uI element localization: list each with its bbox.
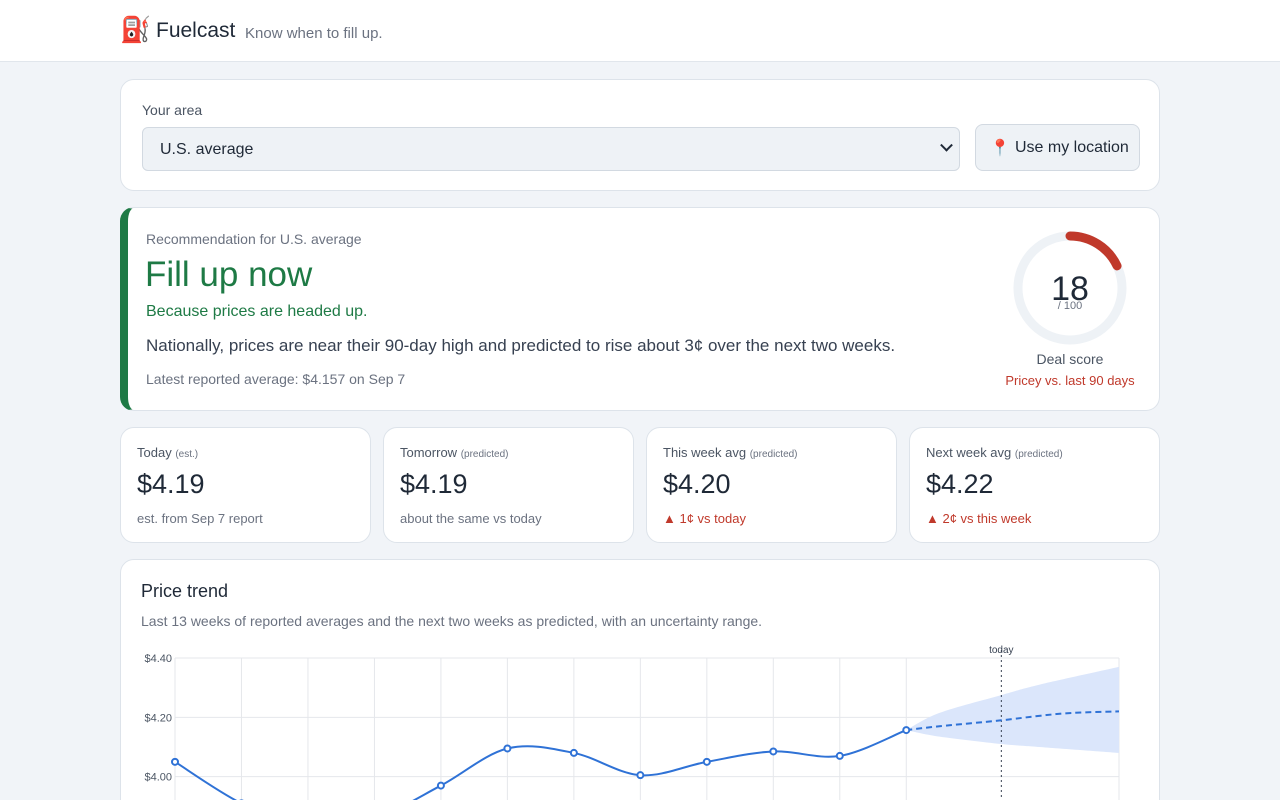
trend-subtitle: Last 13 weeks of reported averages and t… — [141, 613, 763, 629]
stat-value: $4.19 — [137, 469, 205, 499]
recommendation-detail: Nationally, prices are near their 90-day… — [146, 336, 896, 355]
area-select-value: U.S. average — [160, 141, 254, 158]
reported-point — [769, 747, 778, 756]
price-trend-card: Price trend Last 13 weeks of reported av… — [120, 559, 1160, 800]
stat-label: This week avg (predicted) — [663, 445, 798, 460]
recommendation-card: Recommendation for U.S. average Fill up … — [120, 207, 1160, 411]
stat-value: $4.19 — [400, 469, 468, 499]
y-tick-label: $4.20 — [144, 712, 172, 724]
stat-label: Tomorrow (predicted) — [400, 445, 509, 460]
deal-score-max: / 100 — [1057, 300, 1083, 312]
area-card: Your area U.S. average 📍 Use my location — [120, 79, 1160, 191]
stat-delta: about the same vs today — [400, 511, 542, 526]
reported-point — [569, 748, 578, 757]
reported-line — [174, 729, 907, 800]
app-tagline: Know when to fill up. — [245, 25, 383, 42]
app-name[interactable]: Fuelcast — [156, 19, 235, 43]
use-my-location-label: Use my location — [1015, 139, 1129, 156]
reported-point — [636, 771, 645, 780]
deal-score-label: Deal score — [1036, 351, 1104, 367]
stat-delta: est. from Sep 7 report — [137, 511, 263, 526]
stat-note: (est.) — [175, 449, 199, 460]
reported-point — [436, 781, 445, 790]
reported-point — [503, 744, 512, 753]
area-label: Your area — [142, 102, 203, 118]
area-select[interactable]: U.S. average — [142, 127, 960, 171]
y-tick-label: $4.00 — [144, 772, 172, 784]
use-my-location-button[interactable]: 📍 Use my location — [975, 124, 1140, 171]
stat-this-week: This week avg (predicted) $4.20 ▲ 1¢ vs … — [646, 427, 897, 543]
deal-score-subtitle: Pricey vs. last 90 days — [1005, 373, 1135, 388]
uncertainty-band — [906, 666, 1119, 753]
stat-delta: ▲ 2¢ vs this week — [926, 511, 1032, 526]
stat-next-week: Next week avg (predicted) $4.22 ▲ 2¢ vs … — [909, 427, 1160, 543]
stat-note: (predicted) — [749, 449, 798, 460]
trend-title: Price trend — [141, 581, 229, 601]
recommendation-headline: Fill up now — [145, 255, 313, 294]
y-tick-label: $4.40 — [144, 653, 172, 665]
top-bar: ⛽ Fuelcast Know when to fill up. — [0, 0, 1280, 62]
stat-tomorrow: Tomorrow (predicted) $4.19 about the sam… — [383, 427, 634, 543]
stat-note: (predicted) — [1014, 449, 1063, 460]
stat-note: (predicted) — [460, 449, 509, 460]
latest-report: Latest reported average: $4.157 on Sep 7 — [146, 371, 406, 387]
gauge-arc — [1065, 231, 1122, 271]
stat-delta: ▲ 1¢ vs today — [663, 511, 746, 526]
chevron-down-icon — [940, 138, 953, 152]
stat-value: $4.20 — [663, 469, 731, 499]
stat-today: Today (est.) $4.19 est. from Sep 7 repor… — [120, 427, 371, 543]
stat-label: Today (est.) — [137, 445, 199, 460]
recommendation-for: Recommendation for U.S. average — [146, 231, 362, 247]
reported-point — [835, 751, 844, 760]
reported-point — [702, 757, 711, 766]
location-pin-icon: 📍 — [990, 140, 1010, 157]
recommendation-reason: Because prices are headed up. — [146, 303, 368, 320]
stat-value: $4.22 — [926, 469, 994, 499]
fuel-pump-icon: ⛽ — [120, 16, 152, 44]
stat-label: Next week avg (predicted) — [926, 445, 1063, 460]
reported-point — [171, 757, 179, 766]
today-label: today — [989, 645, 1013, 656]
reported-point — [902, 726, 911, 735]
price-trend-chart: $4.40 $4.20 $4.00 today — [144, 645, 1120, 800]
